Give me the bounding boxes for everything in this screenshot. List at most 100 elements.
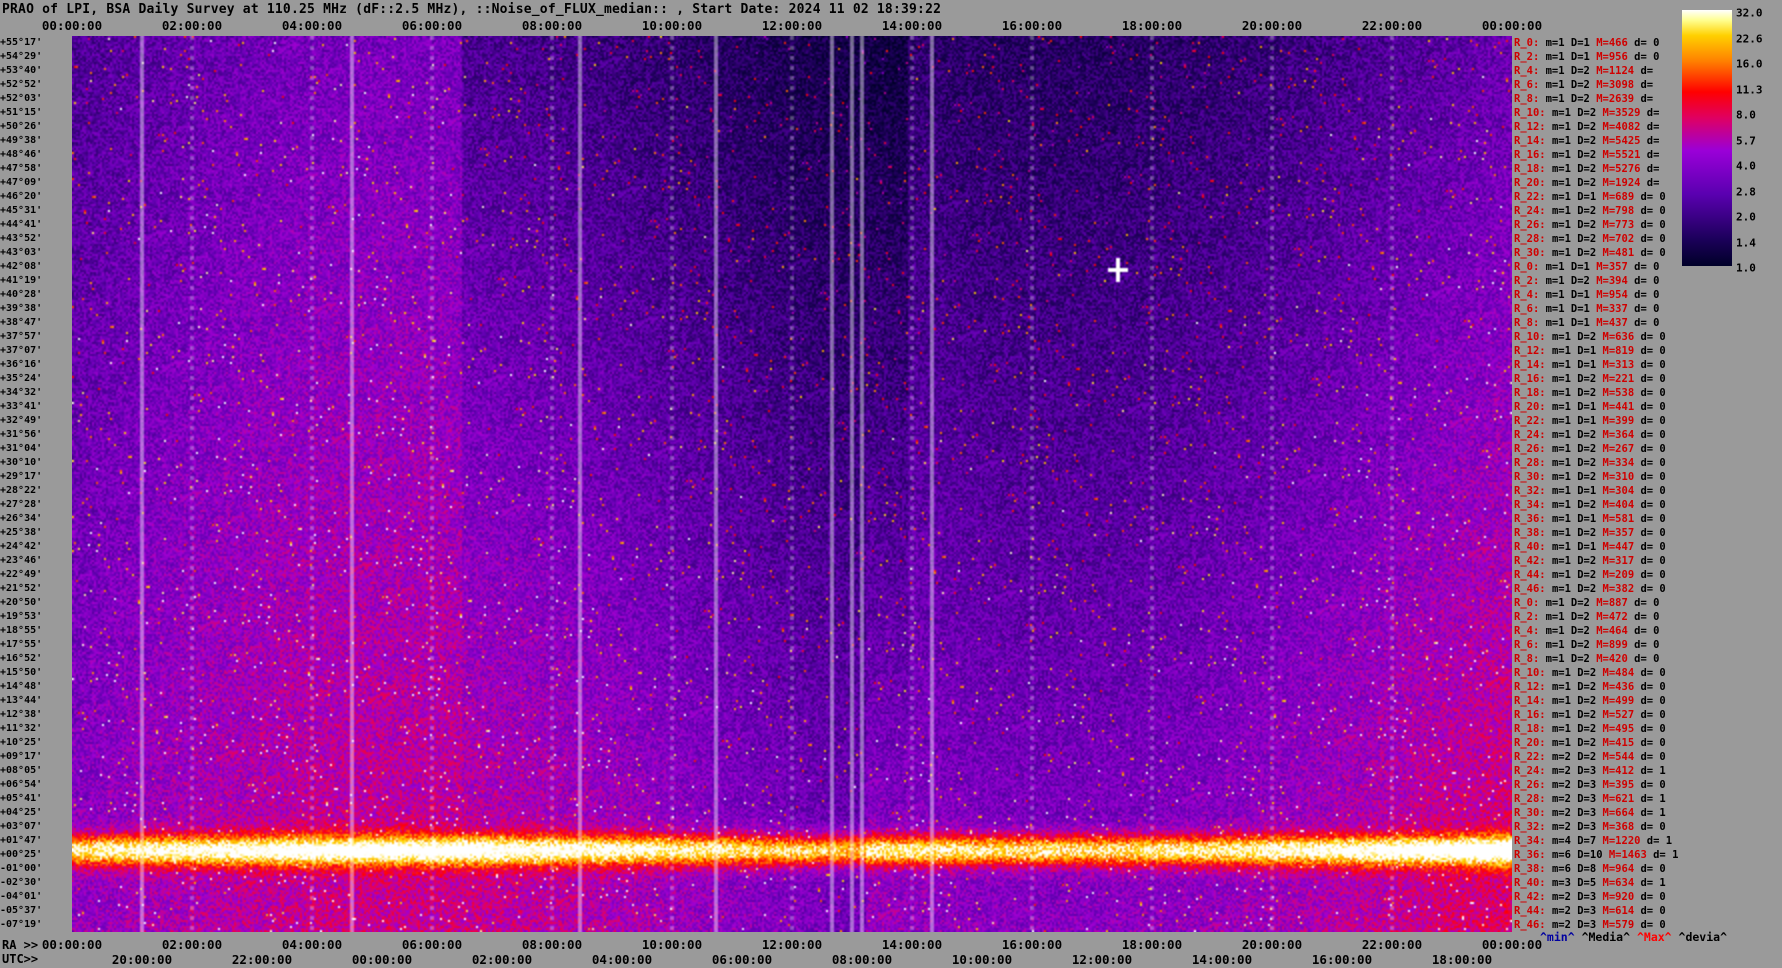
row-stat-field: d= xyxy=(1640,93,1654,105)
row-stat-field: m=1 xyxy=(1551,429,1578,441)
row-stat: R_0: m=1 D=2 M=887 d= 0 xyxy=(1514,596,1659,610)
row-stat: R_16: m=1 D=2 M=221 d= 0 xyxy=(1514,372,1666,386)
row-stat-field: m=1 xyxy=(1551,737,1578,749)
row-stat-field: M=481 xyxy=(1602,247,1641,259)
row-stat: R_8: m=1 D=1 M=437 d= 0 xyxy=(1514,316,1659,330)
row-stat-field: M=964 xyxy=(1602,863,1641,875)
row-stat: R_34: m=1 D=2 M=404 d= 0 xyxy=(1514,498,1666,512)
row-stat-field: R_10: xyxy=(1514,667,1552,679)
row-stat: R_20: m=1 D=2 M=415 d= 0 xyxy=(1514,736,1666,750)
row-stat-field: R_12: xyxy=(1514,345,1552,357)
row-stat: R_6: m=1 D=2 M=3098 d= xyxy=(1514,78,1653,92)
declination-value: +43°03' xyxy=(0,247,43,258)
declination-label: +00°25' xyxy=(0,848,42,862)
declination-value: +13°44' xyxy=(0,695,43,706)
row-stat: R_22: m=1 D=1 M=689 d= 0 xyxy=(1514,190,1666,204)
row-stat-field: m=1 xyxy=(1551,247,1578,259)
declination-value: +25°38' xyxy=(0,527,43,538)
declination-value: -02°30' xyxy=(0,877,43,888)
row-stat: R_28: m=2 D=3 M=621 d= 1 xyxy=(1514,792,1666,806)
row-stat-field: D=7 xyxy=(1577,835,1603,847)
row-stat-field: R_6: xyxy=(1514,79,1546,91)
declination-label: +46°20' xyxy=(0,190,42,204)
row-stat: R_2: m=1 D=1 M=956 d= 0 xyxy=(1514,50,1659,64)
declination-value: +55°17' xyxy=(0,37,43,48)
row-stat-field: d= xyxy=(1646,177,1660,189)
row-stat: R_26: m=2 D=3 M=395 d= 0 xyxy=(1514,778,1666,792)
row-stat-field: R_40: xyxy=(1514,541,1552,553)
declination-value: +23°46' xyxy=(0,555,43,566)
row-stat-field: R_28: xyxy=(1514,793,1552,805)
row-stat: R_8: m=1 D=2 M=2639 d= xyxy=(1514,92,1653,106)
row-stat-field: M=357 xyxy=(1602,527,1641,539)
row-stat-field: D=2 xyxy=(1577,135,1603,147)
row-stat-field: M=1124 xyxy=(1596,65,1641,77)
declination-label: +50°26' xyxy=(0,120,42,134)
declination-value: +28°22' xyxy=(0,485,43,496)
row-stat-field: R_24: xyxy=(1514,429,1552,441)
declination-axis: +55°17' +54°29' +53°40' +52°52' +52°03' +51°1… xyxy=(0,36,72,932)
row-stat-field: M=1220 xyxy=(1602,835,1647,847)
row-stat-field: d= 0 xyxy=(1634,261,1660,273)
row-stat-field: M=436 xyxy=(1602,681,1641,693)
row-stat-field: m=1 xyxy=(1551,373,1578,385)
row-stat: R_32: m=2 D=3 M=368 d= 0 xyxy=(1514,820,1666,834)
row-stat-field: m=1 xyxy=(1551,443,1578,455)
row-stat-field: m=2 xyxy=(1551,779,1578,791)
declination-value: +48°46' xyxy=(0,149,43,160)
declination-label: +27°28' xyxy=(0,498,42,512)
declination-value: -07°19' xyxy=(0,919,43,930)
row-stat-field: D=2 xyxy=(1577,555,1603,567)
row-stat-field: d= 0 xyxy=(1640,191,1666,203)
row-stat: R_4: m=1 D=1 M=954 d= 0 xyxy=(1514,288,1659,302)
time-tick: 18:00:00 xyxy=(1431,952,1493,967)
row-stat-field: d= 0 xyxy=(1634,653,1660,665)
row-stat-field: R_16: xyxy=(1514,149,1552,161)
row-stat: R_16: m=1 D=2 M=5521 d= xyxy=(1514,148,1659,162)
time-tick: 10:00:00 xyxy=(951,952,1013,967)
row-stat-field: d= 0 xyxy=(1640,723,1666,735)
top-time-axis: 00:00:00 02:00:00 04:00:00 06:00:00 08:00:00… xyxy=(0,18,1542,36)
row-stat-field: m=1 xyxy=(1551,527,1578,539)
declination-label: +34°32' xyxy=(0,386,42,400)
declination-value: +34°32' xyxy=(0,387,43,398)
row-stat-field: R_22: xyxy=(1514,751,1552,763)
declination-label: +47°09' xyxy=(0,176,42,190)
row-stat-field: M=614 xyxy=(1602,905,1641,917)
row-stat-field: M=441 xyxy=(1602,401,1641,413)
row-stat-field: M=420 xyxy=(1596,653,1635,665)
row-stat-field: m=6 xyxy=(1551,863,1578,875)
row-stat-field: m=2 xyxy=(1551,905,1578,917)
row-stat-field: D=1 xyxy=(1577,415,1603,427)
declination-value: +29°17' xyxy=(0,471,43,482)
declination-value: +37°07' xyxy=(0,345,43,356)
row-stat-field: m=2 xyxy=(1551,751,1578,763)
declination-value: +17°55' xyxy=(0,639,43,650)
row-stat-field: d= 0 xyxy=(1640,471,1666,483)
time-tick: 22:00:00 xyxy=(1361,937,1423,952)
row-stat-field: d= 0 xyxy=(1640,387,1666,399)
declination-label: +17°55' xyxy=(0,638,42,652)
row-stat-field: m=2 xyxy=(1551,807,1578,819)
row-stat: R_18: m=1 D=2 M=5276 d= xyxy=(1514,162,1659,176)
declination-value: +37°57' xyxy=(0,331,43,342)
declination-value: +54°29' xyxy=(0,51,43,62)
time-tick: 06:00:00 xyxy=(401,937,463,952)
time-tick: 06:00:00 xyxy=(401,18,463,33)
row-stat-field: d= xyxy=(1646,107,1660,119)
row-stat-field: D=1 xyxy=(1577,359,1603,371)
declination-label: +43°52' xyxy=(0,232,42,246)
row-stat-field: m=1 xyxy=(1551,345,1578,357)
time-tick: 10:00:00 xyxy=(641,937,703,952)
row-stat-field: M=394 xyxy=(1596,275,1635,287)
row-stat-field: M=334 xyxy=(1602,457,1641,469)
row-stat-field: m=1 xyxy=(1545,261,1571,273)
row-stat-field: M=337 xyxy=(1596,303,1635,315)
time-tick: 12:00:00 xyxy=(761,937,823,952)
row-stat-field: m=1 xyxy=(1551,401,1578,413)
row-stat: R_40: m=1 D=1 M=447 d= 0 xyxy=(1514,540,1666,554)
row-stat: R_8: m=1 D=2 M=420 d= 0 xyxy=(1514,652,1659,666)
row-stat-field: D=3 xyxy=(1577,765,1603,777)
row-stat-field: R_18: xyxy=(1514,723,1552,735)
row-stat-field: d= 0 xyxy=(1640,415,1666,427)
